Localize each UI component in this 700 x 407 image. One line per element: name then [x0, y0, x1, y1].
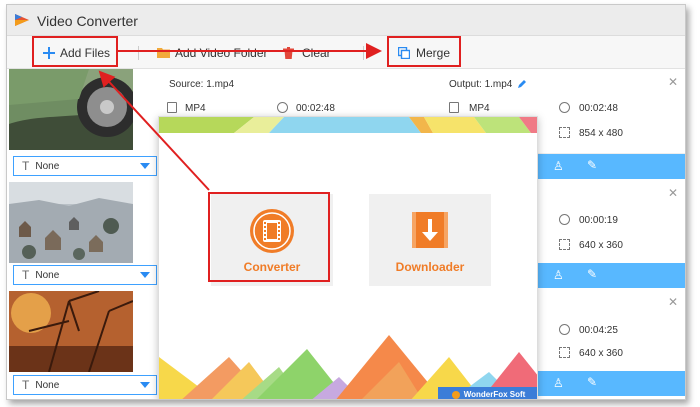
thumbnail-image: [9, 182, 133, 263]
screenshot-frame: Video Converter Add Files Add Video Fold…: [0, 0, 700, 407]
edit-icon[interactable]: [517, 79, 527, 89]
edit-icon[interactable]: ✎: [587, 158, 597, 172]
brand-badge: WonderFox Soft: [438, 387, 537, 399]
subtitle-icon: T: [22, 159, 30, 173]
clock-icon: [559, 324, 570, 335]
window-title: Video Converter: [37, 13, 138, 29]
app-window: Video Converter Add Files Add Video Fold…: [6, 4, 686, 400]
output-label: Output: 1.mp4: [449, 79, 513, 90]
chevron-down-icon: [140, 382, 150, 388]
chevron-down-icon: [140, 272, 150, 278]
output-duration: 00:00:19: [579, 215, 618, 226]
app-logo-icon: [15, 14, 29, 26]
source-duration: 00:02:48: [296, 103, 335, 114]
video-thumbnail[interactable]: [9, 182, 133, 263]
clock-icon: [277, 102, 288, 113]
add-video-folder-label: Add Video Folder: [175, 45, 268, 60]
subtitle-select[interactable]: T None: [13, 375, 157, 395]
output-resolution: 640 x 360: [579, 240, 623, 251]
add-video-folder-button[interactable]: Add Video Folder: [157, 36, 268, 69]
resolution-icon: [559, 239, 570, 250]
format-icon: [449, 102, 459, 113]
subtitle-select[interactable]: T None: [13, 156, 157, 176]
subtitle-select[interactable]: T None: [13, 265, 157, 285]
clear-label: Clear: [302, 45, 331, 60]
resolution-icon: [559, 127, 570, 138]
watermark-icon[interactable]: ♙: [553, 159, 564, 173]
downloader-label: Downloader: [395, 260, 465, 274]
source-format: MP4: [185, 103, 206, 114]
annotation-box-merge: [387, 36, 461, 67]
thumbnail-image: [9, 291, 133, 372]
thumbnail-image: [9, 69, 133, 150]
output-format: MP4: [469, 103, 490, 114]
folder-icon: [157, 48, 170, 58]
toolbar-divider: [363, 46, 364, 60]
output-duration: 00:02:48: [579, 103, 618, 114]
brand-logo-icon: [451, 390, 460, 399]
title-bar: Video Converter: [7, 5, 685, 36]
video-thumbnail[interactable]: [9, 69, 133, 150]
chevron-down-icon: [140, 163, 150, 169]
video-thumbnail[interactable]: [9, 291, 133, 372]
output-resolution: 640 x 360: [579, 348, 623, 359]
trash-icon: [283, 46, 294, 59]
toolbar-divider: [138, 46, 139, 60]
subtitle-value: None: [35, 269, 60, 281]
watermark-icon[interactable]: ♙: [553, 268, 564, 282]
annotation-box-add-files: [32, 36, 118, 67]
close-icon[interactable]: ✕: [668, 295, 678, 309]
edit-icon[interactable]: ✎: [587, 267, 597, 281]
source-label: Source: 1.mp4: [169, 79, 235, 90]
close-icon[interactable]: ✕: [668, 75, 678, 89]
output-resolution: 854 x 480: [579, 128, 623, 139]
download-icon: [412, 212, 448, 248]
clock-icon: [559, 102, 570, 113]
close-icon[interactable]: ✕: [668, 186, 678, 200]
clear-button[interactable]: Clear: [283, 36, 331, 69]
annotation-box-converter: [208, 192, 330, 282]
downloader-tile[interactable]: Downloader: [369, 194, 491, 286]
output-duration: 00:04:25: [579, 325, 618, 336]
subtitle-icon: T: [22, 378, 30, 392]
subtitle-value: None: [35, 160, 60, 172]
edit-icon[interactable]: ✎: [587, 375, 597, 389]
thumbnail-column: T None T None T None: [9, 69, 157, 399]
brand-text: WonderFox Soft: [463, 390, 526, 399]
format-icon: [167, 102, 177, 113]
subtitle-value: None: [35, 379, 60, 391]
watermark-icon[interactable]: ♙: [553, 376, 564, 390]
clock-icon: [559, 214, 570, 225]
subtitle-icon: T: [22, 268, 30, 282]
resolution-icon: [559, 347, 570, 358]
